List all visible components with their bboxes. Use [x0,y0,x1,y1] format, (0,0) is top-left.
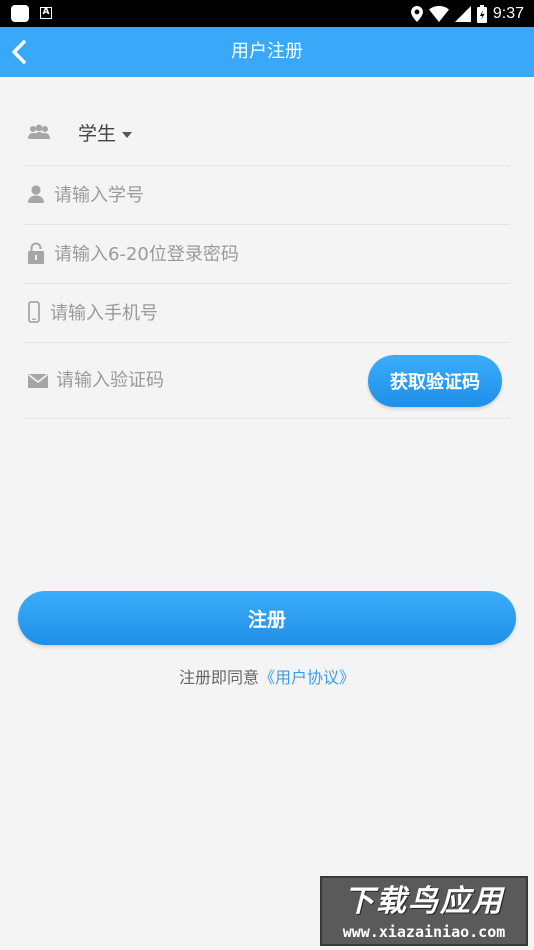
verification-code-input[interactable] [56,367,356,393]
battery-icon [476,4,487,23]
password-input[interactable] [54,241,494,267]
agreement-prefix: 注册即同意 [178,668,259,687]
user-icon [28,185,44,203]
phone-input[interactable] [50,300,490,326]
watermark-url: www.xiazainiao.com [342,923,506,941]
signal-icon [454,5,471,22]
agreement-text: 注册即同意《用户协议》 [0,664,534,692]
watermark-title: 下载鸟应用 [344,884,504,919]
role-selected-label: 学生 [78,123,117,145]
password-row [24,225,510,284]
status-icons: 9:37 [410,0,524,27]
wifi-icon [428,5,449,22]
watermark: 下载鸟应用 www.xiazainiao.com [320,876,528,946]
register-button[interactable]: 注册 [18,591,516,645]
phone-icon [28,301,40,323]
notification-app-icon [11,5,29,22]
users-icon [28,124,50,139]
phone-row [24,284,510,343]
user-agreement-link[interactable]: 《用户协议》 [259,668,355,687]
lock-icon [28,242,44,264]
location-icon [410,5,423,22]
status-time: 9:37 [492,5,524,22]
dropdown-caret-icon [122,132,132,138]
get-code-button[interactable]: 获取验证码 [368,355,502,407]
status-bar: A 9:37 [0,0,534,27]
page-title: 用户注册 [231,41,303,62]
student-id-input[interactable] [54,182,494,208]
notification-a-icon: A [40,7,52,19]
role-selector[interactable]: 学生 [24,102,510,166]
mail-icon [28,374,48,388]
title-bar: 用户注册 [0,27,534,77]
verification-code-row: 获取验证码 [24,343,510,419]
student-id-row [24,166,510,225]
